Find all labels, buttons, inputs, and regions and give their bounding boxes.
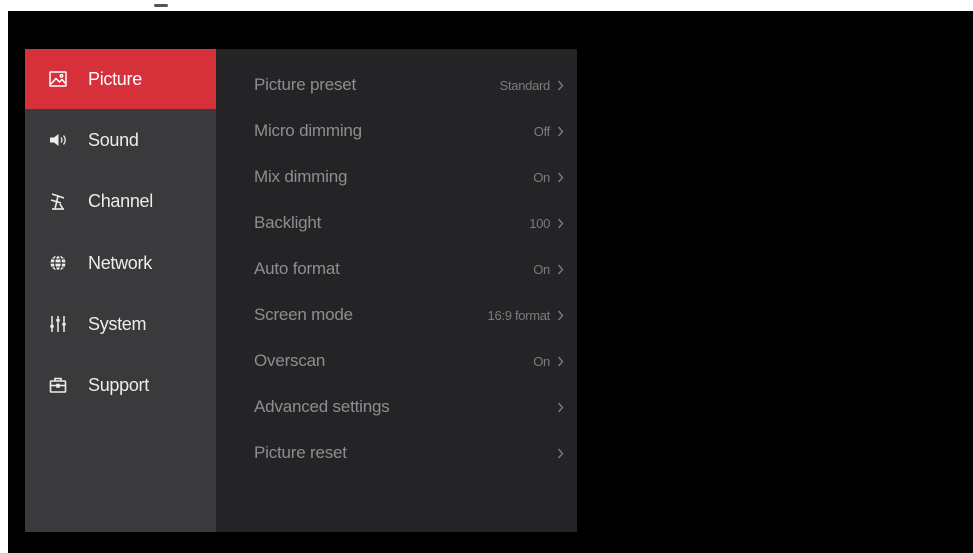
setting-picture-preset[interactable]: Picture preset Standard [216, 65, 577, 105]
setting-value: On [533, 353, 550, 369]
setting-advanced-settings[interactable]: Advanced settings [216, 387, 577, 427]
setting-label: Overscan [254, 351, 326, 370]
sidebar-item-picture[interactable]: Picture [25, 49, 216, 109]
chevron-right-icon [555, 355, 565, 367]
sidebar-item-network[interactable]: Network [25, 233, 216, 293]
setting-backlight[interactable]: Backlight 100 [216, 203, 577, 243]
picture-settings-list: Picture preset Standard Micro dimming Of… [216, 49, 577, 532]
antenna-icon [47, 190, 69, 212]
setting-auto-format[interactable]: Auto format On [216, 249, 577, 289]
sidebar-item-label: System [88, 313, 147, 334]
sidebar-item-label: Channel [88, 190, 153, 211]
setting-label: Picture preset [254, 75, 357, 94]
globe-icon [47, 252, 69, 274]
toolbox-icon [47, 374, 69, 396]
setting-label: Backlight [254, 213, 322, 232]
setting-label: Screen mode [254, 305, 353, 324]
setting-label: Advanced settings [254, 397, 390, 416]
setting-value: On [533, 169, 550, 185]
chevron-right-icon [555, 309, 565, 321]
chevron-right-icon [555, 401, 565, 413]
setting-micro-dimming[interactable]: Micro dimming Off [216, 111, 577, 151]
chevron-right-icon [555, 171, 565, 183]
sidebar-item-label: Picture [88, 68, 142, 89]
setting-label: Micro dimming [254, 121, 362, 140]
setting-value: Off [533, 123, 551, 139]
sidebar-item-support[interactable]: Support [25, 355, 216, 415]
setting-screen-mode[interactable]: Screen mode 16:9 format [216, 295, 577, 335]
setting-value: On [533, 261, 550, 277]
setting-value: 16:9 format [487, 307, 551, 323]
setting-mix-dimming[interactable]: Mix dimming On [216, 157, 577, 197]
picture-icon [47, 68, 69, 90]
chevron-right-icon [555, 217, 565, 229]
setting-label: Auto format [254, 259, 340, 278]
sidebar-item-label: Sound [88, 129, 139, 150]
setting-overscan[interactable]: Overscan On [216, 341, 577, 381]
setting-label: Picture reset [254, 443, 347, 462]
top-edge-mark [154, 4, 168, 7]
sliders-icon [47, 313, 69, 335]
chevron-right-icon [555, 79, 565, 91]
chevron-right-icon [555, 125, 565, 137]
chevron-right-icon [555, 263, 565, 275]
sidebar-item-system[interactable]: System [25, 294, 216, 354]
setting-value: 100 [529, 215, 550, 231]
sidebar-item-label: Network [88, 252, 152, 273]
setting-value: Standard [499, 77, 551, 93]
sidebar-item-sound[interactable]: Sound [25, 110, 216, 170]
setting-label: Mix dimming [254, 167, 348, 186]
sidebar-item-label: Support [88, 374, 149, 395]
setting-picture-reset[interactable]: Picture reset [216, 433, 577, 473]
chevron-right-icon [555, 447, 565, 459]
speaker-icon [47, 129, 69, 151]
sidebar: Picture Sound Channel Network System Sup… [25, 49, 216, 532]
sidebar-item-channel[interactable]: Channel [25, 171, 216, 231]
